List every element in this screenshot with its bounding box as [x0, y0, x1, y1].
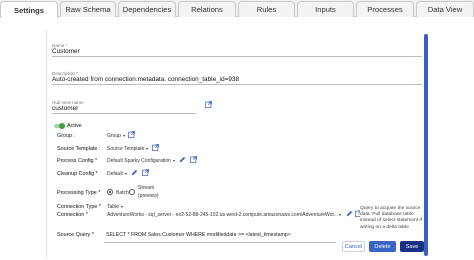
external-link-icon[interactable] — [128, 131, 135, 138]
source-query-input[interactable]: SELECT * FROM Sales.Customer WHERE modif… — [104, 229, 336, 243]
process-config-label: Process Config * — [57, 158, 98, 164]
chevron-down-icon — [146, 147, 149, 150]
external-link-icon[interactable] — [190, 156, 197, 163]
external-link-icon[interactable] — [142, 169, 149, 176]
source-template-select[interactable]: Source Template — [107, 146, 149, 152]
chevron-down-icon — [122, 134, 125, 137]
description-value: Auto-created from connection.metadata. c… — [52, 76, 240, 83]
connection-label: Connection * — [57, 212, 88, 218]
tab-rules[interactable]: Rules — [238, 1, 295, 17]
group-select[interactable]: Group — [107, 133, 125, 139]
tab-relations[interactable]: Relations — [178, 1, 236, 17]
connection-type-value: Table — [107, 204, 119, 210]
source-template-label: Source Template : — [57, 146, 101, 152]
chevron-down-icon[interactable] — [339, 214, 341, 216]
stream-label: Stream — [138, 185, 155, 191]
hub-view-value: customer — [52, 105, 79, 112]
source-query-tooltip: Query to acquire the source data. Pull d… — [360, 206, 422, 239]
tab-data-view[interactable]: Data View — [416, 1, 474, 17]
tab-bar: Settings Raw Schema Dependencies Relatio… — [0, 0, 474, 18]
tab-processes[interactable]: Processes — [356, 1, 414, 17]
external-link-icon[interactable] — [205, 101, 212, 108]
tab-raw-schema[interactable]: Raw Schema — [60, 1, 116, 17]
process-config-select[interactable]: Default Sparky Configuration — [107, 158, 175, 164]
edit-pencil-icon[interactable] — [179, 156, 186, 163]
name-field[interactable]: Name * Customer — [52, 43, 422, 57]
delete-button[interactable]: Delete — [369, 241, 396, 252]
cleanup-config-select[interactable]: Default — [107, 171, 127, 177]
stream-radio[interactable] — [129, 189, 135, 195]
source-query-label: Source Query * — [57, 232, 94, 238]
save-button[interactable]: Save — [400, 241, 424, 252]
external-link-icon[interactable] — [152, 144, 159, 151]
stream-preview-note: (preview) — [138, 193, 159, 199]
batch-label: Batch — [116, 190, 129, 196]
description-field[interactable]: Description * Auto-created from connecti… — [52, 71, 422, 85]
active-toggle-knob[interactable] — [59, 123, 65, 129]
chevron-down-icon — [172, 159, 175, 162]
connection-type-label: Connection Type * — [57, 204, 101, 210]
edit-pencil-icon[interactable] — [346, 210, 353, 217]
tab-inputs[interactable]: Inputs — [297, 1, 354, 17]
group-value: Group — [107, 133, 121, 139]
processing-type-label: Processing Type * — [57, 190, 101, 196]
connection-select[interactable]: AdventureWorks - sql_server - ec2-52-88-… — [107, 212, 347, 218]
source-template-value: Source Template — [107, 146, 145, 152]
source-query-value: SELECT * FROM Sales.Customer WHERE modif… — [106, 232, 291, 238]
connection-value: AdventureWorks - sql_server - ec2-52-88-… — [107, 212, 339, 218]
connection-type-select[interactable]: Table — [107, 204, 123, 210]
chevron-down-icon — [124, 172, 127, 175]
name-value: Customer — [52, 48, 80, 55]
cleanup-config-value: Default — [107, 171, 123, 177]
edit-pencil-icon[interactable] — [131, 169, 138, 176]
active-label: Active — [67, 123, 82, 129]
tab-settings[interactable]: Settings — [0, 1, 58, 18]
cleanup-config-label: Cleanup Config * — [57, 171, 98, 177]
tab-dependencies[interactable]: Dependencies — [118, 1, 176, 17]
batch-radio[interactable] — [107, 189, 113, 195]
process-config-value: Default Sparky Configuration — [107, 158, 171, 164]
group-label: Group : — [57, 133, 75, 139]
hub-view-name-field[interactable]: Hub view name customer — [52, 100, 196, 114]
form-scrollbar[interactable] — [424, 34, 428, 256]
cancel-button[interactable]: Cancel — [342, 241, 365, 252]
chevron-down-icon — [120, 205, 123, 208]
